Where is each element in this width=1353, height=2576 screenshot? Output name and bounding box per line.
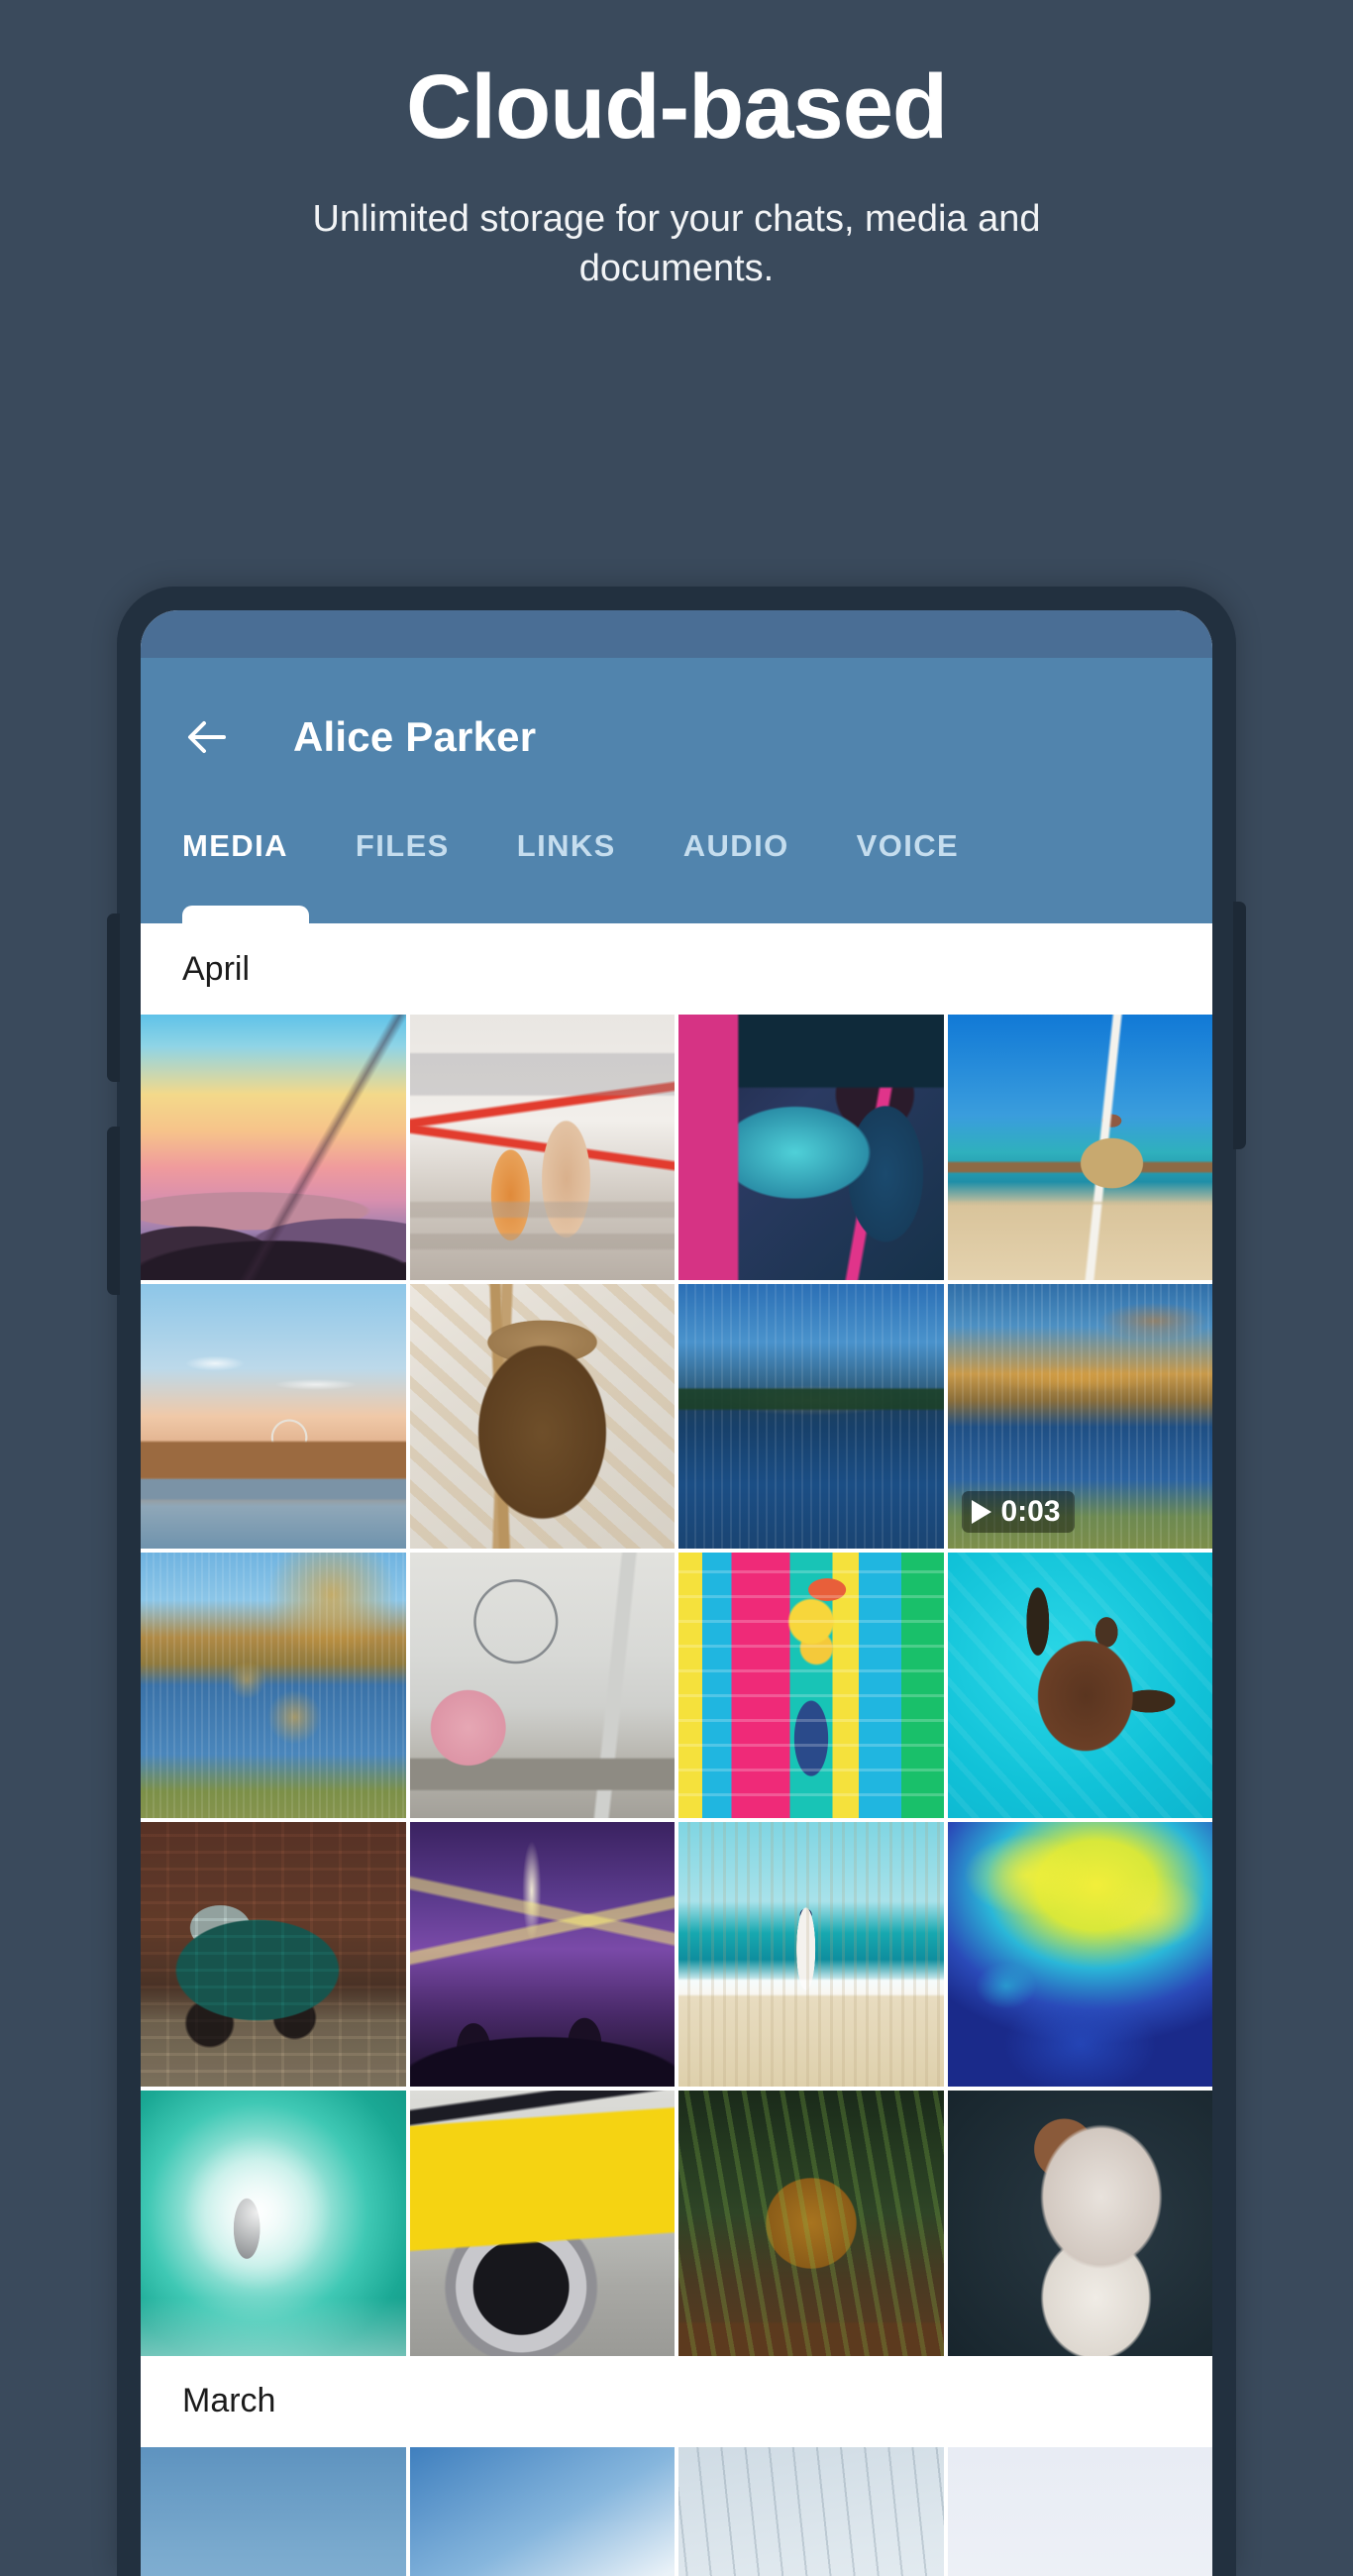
frosted-branches-snow-image <box>678 2447 944 2576</box>
phone-screen: Alice Parker MEDIA FILES LINKS AUDIO VOI… <box>141 610 1212 2576</box>
promo-title: Cloud-based <box>0 61 1353 153</box>
ferris-wheel-pink-food-truck-image <box>410 1553 676 1818</box>
media-thumbnail[interactable] <box>410 1822 676 2088</box>
tab-links[interactable]: LINKS <box>517 816 616 864</box>
surfboard-on-beach-image <box>678 1822 944 2088</box>
promo-subtitle: Unlimited storage for your chats, media … <box>290 194 1063 293</box>
media-scroll-area[interactable]: April 0:03 March <box>141 923 1212 2576</box>
media-thumbnail[interactable] <box>948 1553 1213 1818</box>
media-thumbnail[interactable] <box>141 2447 406 2576</box>
delorean-neon-garage-image <box>678 1015 944 1280</box>
volume-up-button[interactable] <box>107 913 120 1082</box>
power-button[interactable] <box>1233 902 1246 1149</box>
girl-with-balloons-colorful-wall-image <box>678 1553 944 1818</box>
media-thumbnail[interactable] <box>948 1822 1213 2088</box>
active-tab-indicator <box>182 906 309 923</box>
tab-bar: MEDIA FILES LINKS AUDIO VOICE <box>141 816 1212 923</box>
wispy-clouds-sunlight-image <box>410 2447 676 2576</box>
blue-sky-gradient-image <box>141 2447 406 2576</box>
media-thumbnail[interactable] <box>678 1822 944 2088</box>
vintage-green-car-brick-wall-image <box>141 1822 406 2088</box>
yellow-muscle-car-wheel-image <box>410 2091 676 2356</box>
tab-media[interactable]: MEDIA <box>182 816 288 864</box>
sunset-mountain-range-image <box>141 1015 406 1280</box>
play-icon <box>972 1500 991 1524</box>
media-thumbnail[interactable] <box>141 1822 406 2088</box>
media-thumbnail[interactable]: 0:03 <box>948 1284 1213 1550</box>
tab-audio[interactable]: AUDIO <box>683 816 789 864</box>
media-thumbnail[interactable] <box>678 1015 944 1280</box>
tab-voice[interactable]: VOICE <box>857 816 959 864</box>
waterfront-ferris-wheel-sunset-image <box>141 1284 406 1550</box>
media-thumbnail[interactable] <box>678 2091 944 2356</box>
phone-frame: Alice Parker MEDIA FILES LINKS AUDIO VOI… <box>117 587 1236 2576</box>
video-duration-badge: 0:03 <box>962 1491 1075 1533</box>
media-thumbnail[interactable] <box>141 2091 406 2356</box>
media-thumbnail[interactable] <box>410 1284 676 1550</box>
media-thumbnail[interactable] <box>410 1015 676 1280</box>
media-grid <box>141 2447 1212 2576</box>
media-thumbnail[interactable] <box>141 1553 406 1818</box>
device-mockup: Alice Parker MEDIA FILES LINKS AUDIO VOI… <box>0 587 1353 2576</box>
blue-lake-forest-image <box>678 1284 944 1550</box>
sea-turtle-turquoise-water-image <box>948 1553 1213 1818</box>
media-thumbnail[interactable] <box>410 1553 676 1818</box>
app-bar: Alice Parker <box>141 658 1212 816</box>
holi-color-powder-festival-image <box>948 1822 1213 2088</box>
promo-header: Cloud-based Unlimited storage for your c… <box>0 0 1353 293</box>
volume-down-button[interactable] <box>107 1127 120 1295</box>
media-thumbnail[interactable] <box>678 1284 944 1550</box>
media-thumbnail[interactable] <box>948 2091 1213 2356</box>
autumn-lake-foliage-image <box>141 1553 406 1818</box>
lion-resting-bamboo-image <box>678 2091 944 2356</box>
media-grid: 0:03 <box>141 1015 1212 2356</box>
surfer-in-barrel-wave-image <box>141 2091 406 2356</box>
media-thumbnail[interactable] <box>678 1553 944 1818</box>
media-thumbnail[interactable] <box>141 1015 406 1280</box>
contact-name-title: Alice Parker <box>293 713 536 761</box>
media-thumbnail[interactable] <box>410 2091 676 2356</box>
pale-overcast-sky-image <box>948 2447 1213 2576</box>
iced-coffee-cups-image <box>410 1015 676 1280</box>
month-header: April <box>141 923 1212 1015</box>
media-thumbnail[interactable] <box>678 2447 944 2576</box>
media-thumbnail[interactable] <box>141 1284 406 1550</box>
media-thumbnail[interactable] <box>948 1015 1213 1280</box>
video-duration-label: 0:03 <box>1001 1497 1061 1527</box>
concert-crowd-stage-lights-image <box>410 1822 676 2088</box>
lifeguard-tower-beach-image <box>948 1015 1213 1280</box>
month-header: March <box>141 2356 1212 2447</box>
arrow-left-icon[interactable] <box>182 711 234 763</box>
tab-files[interactable]: FILES <box>356 816 450 864</box>
wooden-cat-puzzle-board-image <box>410 1284 676 1550</box>
fluffy-cat-portrait-image <box>948 2091 1213 2356</box>
status-bar <box>141 610 1212 658</box>
media-thumbnail[interactable] <box>410 2447 676 2576</box>
media-thumbnail[interactable] <box>948 2447 1213 2576</box>
